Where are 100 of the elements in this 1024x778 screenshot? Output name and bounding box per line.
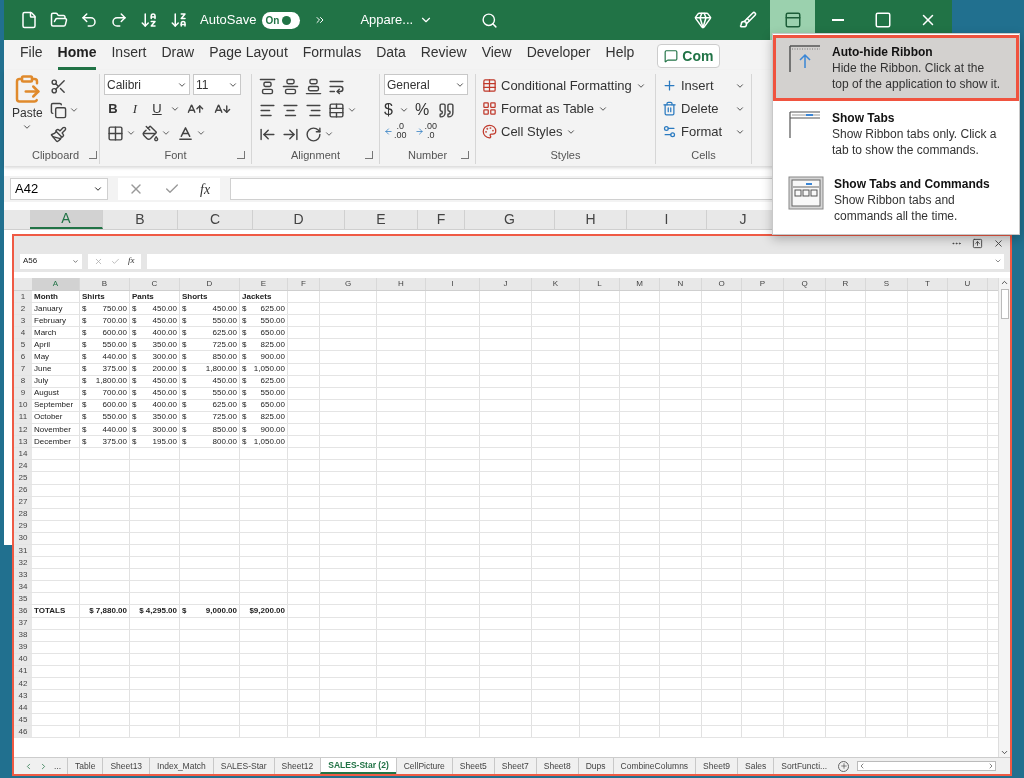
- row-header[interactable]: 6: [14, 351, 32, 363]
- sheet-tab[interactable]: CellPicture: [395, 758, 452, 774]
- sheet-tab[interactable]: Sales: [737, 758, 774, 774]
- column-header[interactable]: A: [32, 278, 80, 290]
- name-box[interactable]: A42: [10, 178, 108, 200]
- row-header[interactable]: 29: [14, 520, 32, 532]
- name-box[interactable]: A56: [20, 253, 82, 269]
- ribbon-tab[interactable]: Insert: [111, 42, 147, 70]
- column-header[interactable]: I: [627, 210, 707, 229]
- row-header[interactable]: 43: [14, 690, 32, 702]
- ribbon-tab[interactable]: Review: [420, 42, 467, 70]
- column-header[interactable]: A: [30, 210, 103, 229]
- currency-button[interactable]: $: [384, 98, 393, 122]
- ribbon-tab[interactable]: Page Layout: [209, 42, 288, 70]
- column-header[interactable]: M: [620, 278, 660, 290]
- row-header[interactable]: 38: [14, 629, 32, 641]
- row-header[interactable]: 14: [14, 448, 32, 460]
- row-header[interactable]: 35: [14, 593, 32, 605]
- percent-button[interactable]: %: [414, 98, 430, 122]
- cells-menu-button[interactable]: Delete: [662, 97, 745, 120]
- row-header[interactable]: 39: [14, 641, 32, 653]
- row-header[interactable]: 40: [14, 653, 32, 665]
- row-header[interactable]: 45: [14, 714, 32, 726]
- column-header[interactable]: I: [426, 278, 480, 290]
- underline-button[interactable]: U: [148, 99, 166, 119]
- italic-button[interactable]: I: [126, 99, 144, 119]
- row-header[interactable]: 30: [14, 532, 32, 544]
- scroll-thumb[interactable]: [1000, 289, 1009, 319]
- row-header[interactable]: 37: [14, 617, 32, 629]
- row-header[interactable]: 24: [14, 460, 32, 472]
- sheet-tab[interactable]: Sheet8: [535, 758, 578, 774]
- row-header[interactable]: 8: [14, 375, 32, 387]
- dialog-launcher-icon[interactable]: [89, 151, 97, 159]
- comments-button[interactable]: Com: [657, 44, 721, 68]
- ribbon-tab[interactable]: Developer: [526, 42, 591, 70]
- column-header[interactable]: H: [377, 278, 426, 290]
- ribbon-tab[interactable]: View: [481, 42, 512, 70]
- sheet-tab[interactable]: Sheet7: [493, 758, 536, 774]
- document-title[interactable]: Appare...: [360, 10, 434, 30]
- row-header[interactable]: 10: [14, 399, 32, 411]
- column-header[interactable]: G: [465, 210, 555, 229]
- sheet-tab[interactable]: SALES-Star (2): [320, 758, 396, 774]
- sheet-tab[interactable]: Sheet13: [102, 758, 150, 774]
- styles-menu-button[interactable]: Cell Styles: [482, 120, 649, 143]
- decrease-decimal-button[interactable]: .00 .0: [414, 122, 438, 140]
- row-header[interactable]: 1: [14, 291, 32, 303]
- insert-function-button[interactable]: fx: [200, 178, 211, 200]
- row-header[interactable]: 3: [14, 315, 32, 327]
- insert-function-button[interactable]: fx: [128, 254, 135, 268]
- column-header[interactable]: E: [240, 278, 288, 290]
- row-header[interactable]: 9: [14, 387, 32, 399]
- column-header[interactable]: T: [908, 278, 948, 290]
- ribbon-tab[interactable]: Data: [376, 42, 406, 70]
- column-header[interactable]: S: [866, 278, 908, 290]
- row-header[interactable]: 32: [14, 557, 32, 569]
- row-header[interactable]: 28: [14, 508, 32, 520]
- column-header[interactable]: P: [742, 278, 784, 290]
- increase-decimal-button[interactable]: .0 .00: [384, 122, 407, 140]
- dialog-launcher-icon[interactable]: [461, 151, 469, 159]
- column-header[interactable]: K: [532, 278, 580, 290]
- ribbon-tab[interactable]: Draw: [161, 42, 195, 70]
- horizontal-scrollbar[interactable]: [857, 761, 996, 771]
- column-header[interactable]: E: [345, 210, 418, 229]
- font-size-field[interactable]: 11: [193, 74, 241, 95]
- column-header[interactable]: N: [660, 278, 702, 290]
- sheet-tab[interactable]: Table: [67, 758, 103, 774]
- sheet-tab[interactable]: SortFuncti...: [773, 758, 835, 774]
- row-header[interactable]: 46: [14, 726, 32, 738]
- sheet-tab[interactable]: CombineColumns: [612, 758, 696, 774]
- ribbon-tab[interactable]: File: [20, 42, 43, 70]
- column-header[interactable]: C: [178, 210, 253, 229]
- column-header[interactable]: R: [826, 278, 866, 290]
- font-name-field[interactable]: Calibri: [104, 74, 190, 95]
- menu-item[interactable]: Auto-hide Ribbon Hide the Ribbon. Click at the top of the application to show it.: [773, 35, 1019, 101]
- column-header[interactable]: H: [555, 210, 627, 229]
- more-sheets-button[interactable]: ...: [54, 759, 62, 773]
- row-header[interactable]: 36: [14, 605, 32, 617]
- column-header[interactable]: B: [103, 210, 178, 229]
- paste-button[interactable]: Paste: [12, 74, 43, 146]
- row-header[interactable]: 34: [14, 581, 32, 593]
- ribbon-tab[interactable]: Help: [605, 42, 635, 70]
- cells-menu-button[interactable]: Insert: [662, 74, 745, 97]
- dialog-launcher-icon[interactable]: [237, 151, 245, 159]
- sheet-tab[interactable]: SALES-Star: [212, 758, 274, 774]
- column-header[interactable]: J: [480, 278, 532, 290]
- sheet-tab[interactable]: Index_Match: [149, 758, 213, 774]
- column-header[interactable]: O: [702, 278, 742, 290]
- bold-button[interactable]: B: [104, 99, 122, 119]
- number-format-field[interactable]: General: [384, 74, 468, 95]
- row-header[interactable]: 33: [14, 569, 32, 581]
- row-header[interactable]: 25: [14, 472, 32, 484]
- vertical-scrollbar[interactable]: [998, 278, 1010, 757]
- row-header[interactable]: 12: [14, 424, 32, 436]
- row-header[interactable]: 42: [14, 678, 32, 690]
- row-header[interactable]: 5: [14, 339, 32, 351]
- row-header[interactable]: 44: [14, 702, 32, 714]
- row-header[interactable]: 26: [14, 484, 32, 496]
- sheet-tab[interactable]: Dups: [577, 758, 613, 774]
- sheet-tab[interactable]: Sheet9: [695, 758, 738, 774]
- column-header[interactable]: L: [580, 278, 620, 290]
